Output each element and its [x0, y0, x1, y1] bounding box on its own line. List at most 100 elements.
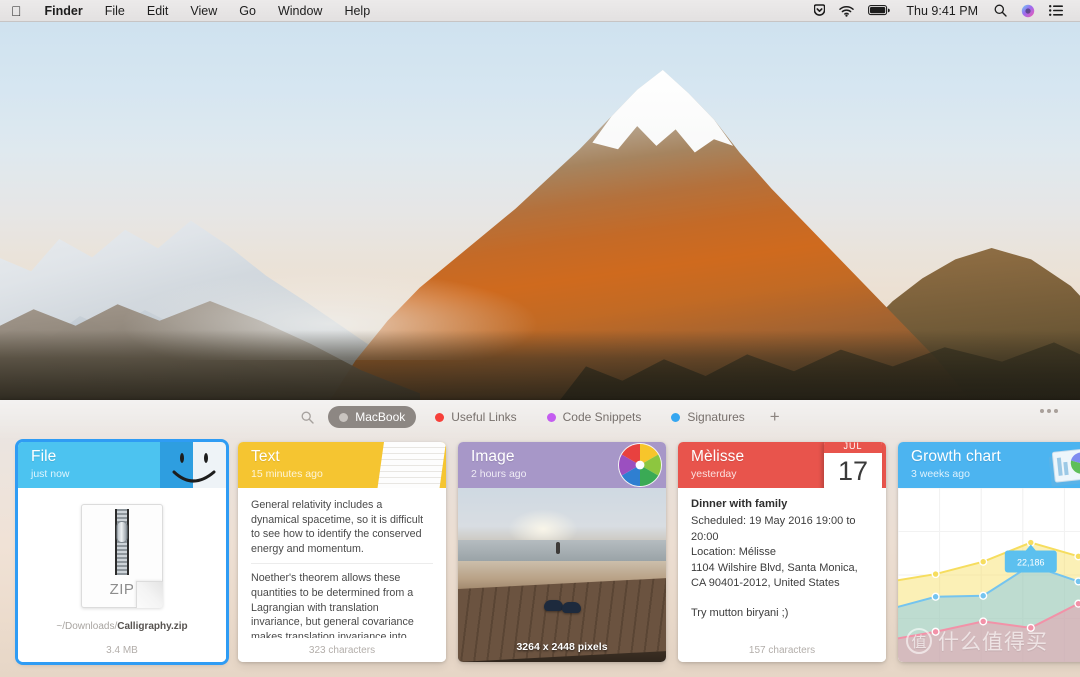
chart-point[interactable]: [979, 557, 988, 566]
event-address: 1104 Wilshire Blvd, Santa Monica, CA 904…: [691, 561, 858, 590]
tag-color-dot: [435, 412, 445, 422]
clipboard-card-image[interactable]: Image 2 hours ago 3264 x 2448 pixels: [458, 442, 666, 662]
chart-point[interactable]: [1026, 623, 1035, 632]
more-options-icon[interactable]: [1040, 409, 1058, 413]
chart-point[interactable]: [979, 617, 988, 626]
card-timestamp: 15 minutes ago: [251, 468, 323, 480]
zip-file-icon: ZIP: [18, 504, 226, 608]
clipboard-card-chart[interactable]: Growth chart 3 weeks ago 22,186 值 什么值得买: [898, 442, 1080, 662]
tag-macbook[interactable]: MacBook: [328, 406, 417, 428]
character-count: 323 characters: [238, 638, 446, 662]
text-content: General relativity includes a dynamical …: [238, 488, 446, 662]
chart-point[interactable]: [1074, 599, 1080, 608]
card-title: Growth chart: [911, 448, 1001, 465]
menu-item-window[interactable]: Window: [267, 0, 333, 22]
tag-useful-links[interactable]: Useful Links: [424, 406, 527, 428]
card-title: Image: [471, 448, 515, 465]
card-timestamp: just now: [31, 468, 70, 480]
chart-point[interactable]: [931, 592, 940, 601]
tag-label: Useful Links: [451, 410, 517, 424]
apple-logo-icon[interactable]: : [9, 0, 34, 22]
dot: [1054, 409, 1058, 413]
tag-color-dot: [339, 412, 349, 422]
menu-item-help[interactable]: Help: [333, 0, 381, 22]
menu-bar:  Finder File Edit View Go Window Help T…: [0, 0, 1080, 22]
menu-item-go[interactable]: Go: [228, 0, 267, 22]
chart-point[interactable]: [931, 627, 940, 636]
photo-thumbnail: [458, 488, 666, 662]
image-dimensions: 3264 x 2448 pixels: [516, 641, 608, 653]
card-header: Growth chart 3 weeks ago: [898, 442, 1080, 488]
clipboard-card-text[interactable]: Text 15 minutes ago General relativity i…: [238, 442, 446, 662]
event-location: Location: Mélisse: [691, 546, 776, 558]
tag-label: Signatures: [687, 410, 745, 424]
siri-icon[interactable]: [1014, 4, 1042, 18]
file-path-prefix: ~/Downloads/: [56, 621, 118, 632]
menu-item-file[interactable]: File: [94, 0, 136, 22]
menu-bar-status-items: Thu 9:41 PM: [807, 4, 1080, 18]
event-note: Try mutton biryani ;): [691, 606, 789, 619]
battery-icon[interactable]: [861, 5, 897, 16]
card-timestamp: 2 hours ago: [471, 468, 527, 480]
card-body: 3264 x 2448 pixels: [458, 488, 666, 662]
card-body: ZIP ~/Downloads/Calligraphy.zip 3.4 MB: [18, 488, 226, 662]
menu-bar-clock[interactable]: Thu 9:41 PM: [897, 4, 987, 18]
photo-person: [555, 541, 560, 554]
photo-sea: [458, 540, 666, 562]
tag-label: Code Snippets: [562, 410, 642, 424]
file-path: ~/Downloads/Calligraphy.zip: [18, 621, 226, 632]
file-name: Calligraphy.zip: [117, 621, 188, 632]
wallpaper-forest-band: [0, 330, 1080, 400]
card-header: Image 2 hours ago: [458, 442, 666, 488]
chart-point[interactable]: [931, 569, 940, 579]
panel-toolbar: MacBook Useful Links Code Snippets Signa…: [0, 400, 1080, 434]
card-title: File: [31, 448, 57, 465]
tag-color-dot: [546, 412, 556, 422]
chart-svg: 22,186: [898, 488, 1080, 662]
chart-point[interactable]: [1074, 552, 1080, 561]
character-count: 157 characters: [678, 638, 886, 662]
tag-color-dot: [671, 412, 681, 422]
search-icon[interactable]: [290, 405, 324, 429]
toolbar-tag-group: MacBook Useful Links Code Snippets Signa…: [290, 405, 790, 429]
desktop-wallpaper: [0, 22, 1080, 400]
clipboard-panel: MacBook Useful Links Code Snippets Signa…: [0, 400, 1080, 677]
event-details: Dinner with family Scheduled: 19 May 201…: [678, 488, 886, 619]
menu-item-edit[interactable]: Edit: [136, 0, 180, 22]
add-tag-button[interactable]: +: [760, 405, 790, 429]
pocket-icon[interactable]: [807, 4, 832, 17]
tag-code-snippets[interactable]: Code Snippets: [536, 406, 653, 428]
search-icon[interactable]: [987, 4, 1014, 17]
card-header: Mèlisse yesterday JUL 17: [678, 442, 886, 488]
chart-point[interactable]: [1074, 577, 1080, 586]
clipboard-card-calendar[interactable]: Mèlisse yesterday JUL 17 Dinner with fam…: [678, 442, 886, 662]
card-title: Text: [251, 448, 280, 465]
event-title: Dinner with family: [691, 498, 788, 510]
zip-document-shape: ZIP: [81, 504, 163, 608]
photo-shoe: [544, 600, 563, 611]
menu-item-view[interactable]: View: [179, 0, 228, 22]
tag-signatures[interactable]: Signatures: [660, 406, 755, 428]
event-schedule: Scheduled: 19 May 2016 19:00 to 20:00: [691, 515, 856, 543]
clipboard-card-file[interactable]: File just now ZIP ~/Downloads/Calligraph…: [18, 442, 226, 662]
photo-shoe: [562, 602, 581, 613]
file-type-label: ZIP: [109, 581, 135, 598]
menu-item-finder[interactable]: Finder: [34, 0, 94, 22]
growth-chart: 22,186: [898, 488, 1080, 662]
card-timestamp: yesterday: [691, 468, 737, 480]
file-size: 3.4 MB: [18, 638, 226, 662]
menu-bar-items:  Finder File Edit View Go Window Help: [0, 0, 381, 22]
card-body: 22,186 值 什么值得买: [898, 488, 1080, 662]
notification-center-icon[interactable]: [1042, 5, 1070, 16]
zipper-pull: [116, 521, 128, 543]
card-title: Mèlisse: [691, 448, 745, 465]
dot: [1047, 409, 1051, 413]
card-header: Text 15 minutes ago: [238, 442, 446, 488]
card-header: File just now: [18, 442, 226, 488]
wifi-icon[interactable]: [832, 5, 861, 17]
chart-point[interactable]: [979, 591, 988, 600]
tag-label: MacBook: [355, 410, 406, 424]
card-body: General relativity includes a dynamical …: [238, 488, 446, 662]
clipboard-card-list: File just now ZIP ~/Downloads/Calligraph…: [18, 442, 1080, 662]
dot: [1040, 409, 1044, 413]
